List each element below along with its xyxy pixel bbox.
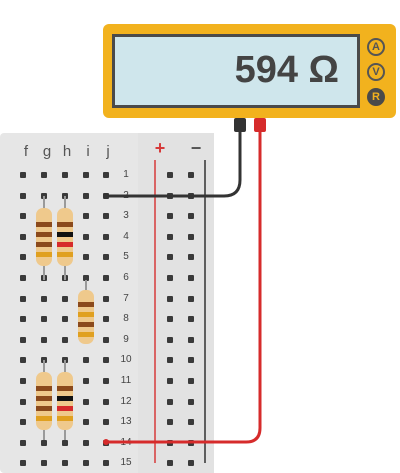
circuit-canvas[interactable]: f g h i j + − 1 2 3 4 5 6 7 8 9 10 11 12 13 14 15 [0, 0, 400, 473]
resistor-2[interactable] [57, 208, 73, 266]
mode-ohmmeter-button[interactable]: R [367, 88, 385, 106]
red-probe-wire [106, 132, 262, 444]
resistor-3[interactable] [78, 290, 94, 344]
black-probe-terminal[interactable] [234, 118, 246, 132]
mode-voltmeter-button[interactable]: V [367, 63, 385, 81]
resistor-1[interactable] [36, 208, 52, 266]
multimeter-display: 594 Ω [112, 34, 360, 108]
red-probe-terminal[interactable] [254, 118, 266, 132]
mode-ammeter-button[interactable]: A [367, 38, 385, 56]
black-probe-wire [106, 132, 242, 198]
resistance-reading: 594 Ω [234, 49, 339, 91]
resistor-4[interactable] [36, 372, 52, 430]
red-wire-end [103, 439, 109, 445]
resistor-5[interactable] [57, 372, 73, 430]
black-wire-end [103, 193, 109, 199]
